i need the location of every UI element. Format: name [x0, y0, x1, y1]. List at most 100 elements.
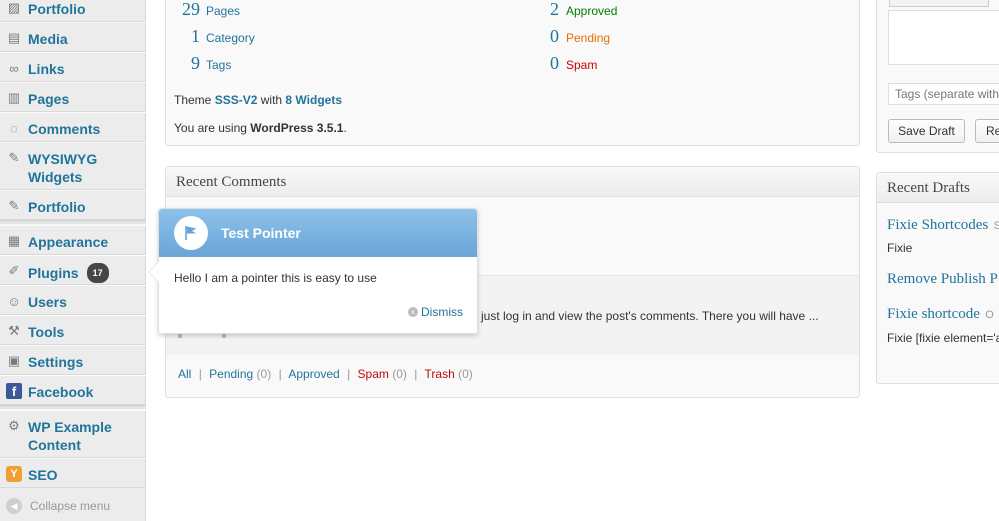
sidebar-item-label: Appearance: [28, 234, 109, 250]
sidebar-item-label: Links: [28, 61, 65, 77]
sidebar-item-pages[interactable]: ▥ Pages: [0, 82, 146, 112]
pages-count[interactable]: 29: [166, 0, 200, 20]
category-count[interactable]: 1: [166, 26, 200, 47]
sidebar-item-label: Portfolio: [28, 1, 86, 17]
draft-title-link[interactable]: Fixie shortcode: [887, 306, 980, 322]
sidebar-item-label: Portfolio: [28, 199, 86, 215]
draft-excerpt: Fixie [fixie element='a: [887, 331, 999, 345]
sidebar-item-comments[interactable]: ◌ Comments: [0, 112, 146, 142]
approved-count[interactable]: 2: [521, 0, 559, 20]
content-textarea[interactable]: [888, 10, 999, 65]
sidebar-item-users[interactable]: ☺ Users: [0, 285, 146, 315]
sidebar-item-plugins[interactable]: ✐ Plugins 17: [0, 255, 146, 285]
pages-link[interactable]: Pages: [206, 4, 240, 18]
pending-filter-count: (0): [256, 367, 272, 381]
filter-separator: |: [347, 367, 351, 381]
sidebar-item-label: Media: [28, 31, 68, 47]
appearance-icon: ▦: [7, 233, 21, 248]
recent-drafts-panel: Recent Drafts Fixie Shortcodes S Fixie R…: [876, 172, 999, 384]
tags-input[interactable]: [888, 83, 999, 105]
reset-button[interactable]: Re: [975, 119, 999, 143]
spam-link[interactable]: Spam: [566, 58, 597, 72]
trash-filter-count: (0): [458, 367, 473, 381]
plugins-icon: ✐: [8, 263, 20, 278]
draft-date: O: [985, 309, 994, 321]
link-icon: ∞: [9, 60, 19, 76]
sidebar-item-label: Plugins 17: [28, 256, 109, 283]
right-now-row: 29 Pages 2 Approved: [166, 0, 861, 23]
seo-icon: Y: [6, 466, 22, 482]
quick-press-panel: Save Draft Re: [876, 0, 999, 153]
filter-separator: |: [414, 367, 418, 381]
filter-approved-link[interactable]: Approved: [288, 367, 339, 381]
pointer-arrow: [148, 261, 159, 283]
settings-icon: ▣: [7, 353, 21, 368]
collapse-arrow-icon: ◀: [6, 498, 22, 514]
sidebar-item-links[interactable]: ∞ Links: [0, 52, 146, 82]
pending-link[interactable]: Pending: [566, 31, 610, 45]
wordpress-version-line: You are using WordPress 3.5.1.: [174, 121, 347, 135]
portfolio-icon: ▨: [7, 0, 21, 15]
comment-excerpt: just log in and view the post's comments…: [481, 309, 819, 323]
users-icon: ☺: [7, 293, 21, 309]
draft-date: S: [993, 220, 999, 232]
filter-pending-link[interactable]: Pending: [209, 367, 253, 381]
tags-count[interactable]: 9: [166, 53, 200, 74]
dismiss-icon: ×: [408, 307, 418, 317]
right-now-panel: 29 Pages 2 Approved 1 Category 0 Pending…: [165, 0, 860, 146]
sidebar-item-facebook[interactable]: f Facebook: [0, 375, 146, 405]
sidebar-item-portfolio-2[interactable]: ✎ Portfolio: [0, 190, 146, 220]
wp-version: WordPress 3.5.1: [250, 121, 344, 135]
draft-title-link[interactable]: Remove Publish P: [887, 271, 998, 287]
sidebar-item-label: Tools: [28, 324, 65, 340]
category-link[interactable]: Category: [206, 31, 255, 45]
wp-version-prefix: You are using: [174, 121, 247, 135]
facebook-icon: f: [6, 383, 22, 399]
collapse-menu-label: Collapse menu: [30, 499, 111, 513]
spam-count[interactable]: 0: [521, 53, 559, 74]
filter-separator: |: [198, 367, 202, 381]
draft-item: Fixie shortcode O: [887, 306, 994, 323]
theme-with: with: [260, 93, 283, 107]
sidebar-item-label: Users: [28, 294, 67, 310]
sidebar-item-wp-example-content[interactable]: ⚙ WP Example Content: [0, 410, 146, 458]
sidebar-item-plugins-label: Plugins: [28, 265, 79, 281]
recent-comments-title: Recent Comments: [166, 167, 859, 197]
filter-spam-link[interactable]: Spam: [358, 367, 389, 381]
sidebar-item-seo[interactable]: Y SEO: [0, 458, 146, 488]
pointer-body: Hello I am a pointer this is easy to use: [174, 271, 377, 285]
theme-prefix: Theme: [174, 93, 212, 107]
media-buttons[interactable]: [889, 0, 989, 7]
dismiss-button[interactable]: × Dismiss: [408, 305, 463, 319]
update-count-badge: 17: [86, 263, 109, 283]
theme-line: Theme SSS-V2 with 8 Widgets: [174, 93, 342, 107]
spam-filter-count: (0): [392, 367, 407, 381]
sidebar-item-label: WP Example Content: [28, 419, 112, 453]
filter-trash-link[interactable]: Trash: [425, 367, 455, 381]
pin-icon: ✎: [8, 198, 20, 213]
media-icon: ▤: [7, 30, 21, 45]
right-now-row: 9 Tags 0 Spam: [166, 53, 861, 77]
collapse-menu-button[interactable]: ◀ Collapse menu: [0, 491, 146, 521]
tags-link[interactable]: Tags: [206, 58, 231, 72]
sidebar-item-appearance[interactable]: ▦ Appearance: [0, 225, 146, 255]
tools-icon: ⚒: [8, 323, 20, 338]
sidebar-item-portfolio[interactable]: ▨ Portfolio: [0, 0, 146, 22]
approved-link[interactable]: Approved: [566, 4, 617, 18]
pages-icon: ▥: [7, 90, 21, 105]
save-draft-button[interactable]: Save Draft: [888, 119, 965, 143]
widgets-link[interactable]: 8 Widgets: [285, 93, 342, 107]
sidebar-item-wysiwyg-widgets[interactable]: ✎ WYSIWYG Widgets: [0, 142, 146, 190]
sidebar-item-media[interactable]: ▤ Media: [0, 22, 146, 52]
filter-separator: |: [278, 367, 282, 381]
draft-item: Fixie Shortcodes S: [887, 217, 999, 234]
pending-count[interactable]: 0: [521, 26, 559, 47]
sidebar-item-tools[interactable]: ⚒ Tools: [0, 315, 146, 345]
draft-item: Remove Publish P: [887, 271, 998, 288]
filter-all-link[interactable]: All: [178, 367, 191, 381]
sidebar-item-label: Comments: [28, 121, 101, 137]
sidebar-item-settings[interactable]: ▣ Settings: [0, 345, 146, 375]
admin-pointer: Test Pointer Hello I am a pointer this i…: [148, 208, 478, 334]
theme-link[interactable]: SSS-V2: [215, 93, 258, 107]
draft-title-link[interactable]: Fixie Shortcodes: [887, 217, 988, 233]
